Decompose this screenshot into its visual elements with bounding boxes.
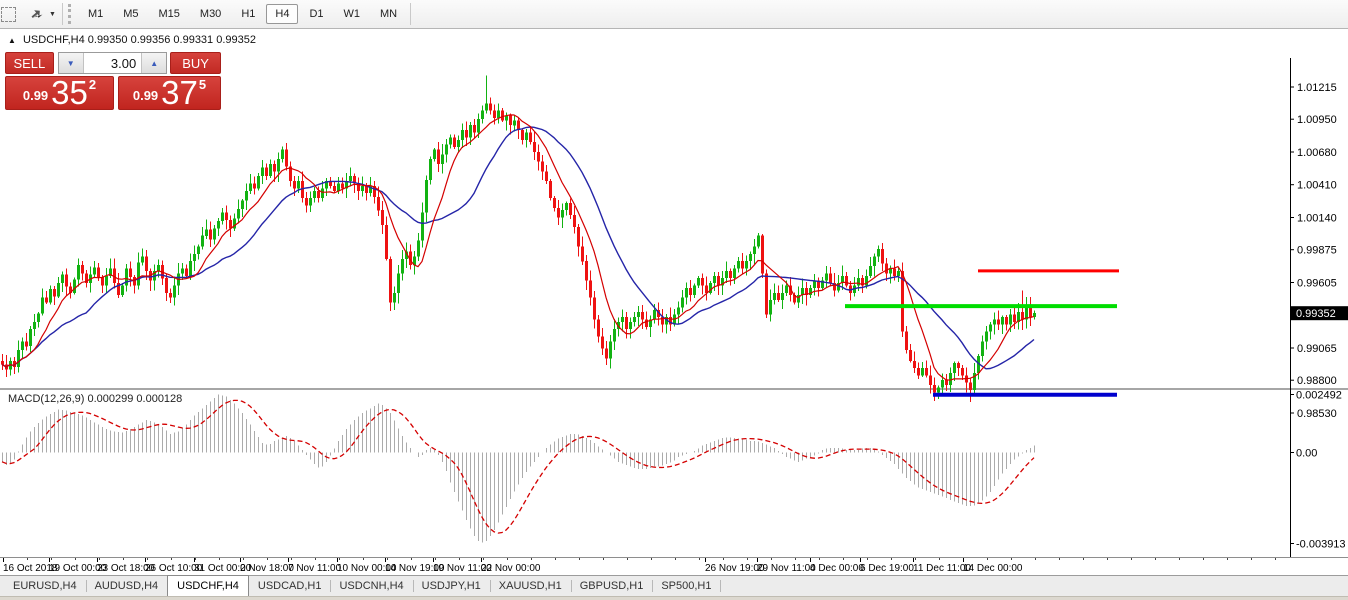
- time-axis-label: 29 Nov 11:00: [757, 563, 816, 574]
- tab-usdjpy-h1[interactable]: USDJPY,H1: [413, 576, 490, 596]
- time-axis-label: 2 Nov 18:00: [240, 563, 294, 574]
- svg-text:1.00950: 1.00950: [1297, 114, 1337, 126]
- svg-text:0.99065: 0.99065: [1297, 343, 1337, 355]
- volume-input[interactable]: 3.00: [84, 53, 141, 73]
- macd-histogram: [3, 395, 1035, 543]
- current-price-tag: 0.99352: [1291, 306, 1348, 320]
- arrange-symbols-icon[interactable]: [26, 5, 46, 23]
- toolbar-separator: [62, 3, 63, 25]
- ma-slow-line: [2, 127, 1034, 369]
- tab-xauusd-h1[interactable]: XAUUSD,H1: [490, 576, 571, 596]
- volume-increase-button[interactable]: ▲: [141, 53, 166, 73]
- tf-button-m5[interactable]: M5: [114, 4, 147, 24]
- svg-text:1.01215: 1.01215: [1297, 82, 1337, 94]
- tab-eurusd-h4[interactable]: EURUSD,H4: [4, 576, 86, 596]
- sell-button[interactable]: SELL: [5, 52, 54, 74]
- buy-button[interactable]: BUY: [170, 52, 221, 74]
- buy-price-pip: 5: [199, 77, 206, 92]
- time-axis-label: 26 Nov 19:00: [705, 563, 765, 574]
- tf-button-w1[interactable]: W1: [335, 4, 370, 24]
- buy-quote[interactable]: 0.99 37 5: [118, 76, 221, 110]
- time-axis-label: 14 Dec 00:00: [963, 563, 1023, 574]
- buy-price-prefix: 0.99: [133, 88, 158, 103]
- svg-text:0.99875: 0.99875: [1297, 245, 1337, 257]
- macd-indicator-pane[interactable]: 0.002492 0.00 -0.003913: [0, 390, 1348, 558]
- trading-platform-window: ▼ M1M5M15M30H1H4D1W1MN 1.012151.009501.0…: [0, 0, 1348, 600]
- svg-text:1.00680: 1.00680: [1297, 147, 1337, 159]
- chart-tab-bar: EURUSD,H4AUDUSD,H4USDCHF,H4USDCAD,H1USDC…: [0, 575, 1348, 596]
- toolbar-grip[interactable]: [68, 4, 74, 24]
- svg-text:1.00140: 1.00140: [1297, 213, 1337, 225]
- macd-indicator-label: MACD(12,26,9) 0.000299 0.000128: [8, 393, 182, 405]
- buy-price-big: 37: [161, 79, 198, 106]
- bottom-strip: [0, 596, 1348, 600]
- tab-usdcad-h1[interactable]: USDCAD,H1: [249, 576, 331, 596]
- tf-button-m15[interactable]: M15: [150, 4, 189, 24]
- tab-usdchf-h4[interactable]: USDCHF,H4: [167, 575, 249, 596]
- tf-button-m30[interactable]: M30: [191, 4, 230, 24]
- time-axis-label: 4 Dec 00:00: [810, 563, 864, 574]
- tf-button-m1[interactable]: M1: [79, 4, 112, 24]
- time-axis-labels: 16 Oct 201819 Oct 00:0023 Oct 18:0026 Oc…: [3, 558, 1276, 574]
- volume-spinner: ▼ 3.00 ▲: [58, 52, 167, 74]
- tab-sp500-h1[interactable]: SP500,H1: [652, 576, 720, 596]
- tab-usdcnh-h4[interactable]: USDCNH,H4: [330, 576, 412, 596]
- time-axis-canvas: 16 Oct 201819 Oct 00:0023 Oct 18:0026 Oc…: [0, 558, 1348, 575]
- tab-gbpusd-h1[interactable]: GBPUSD,H1: [571, 576, 653, 596]
- one-click-trade-panel: SELL ▼ 3.00 ▲ BUY 0.99 35 2 0.99 37 5: [5, 52, 221, 110]
- tf-button-h1[interactable]: H1: [232, 4, 264, 24]
- tab-audusd-h4[interactable]: AUDUSD,H4: [86, 576, 168, 596]
- candlestick-series: [1, 76, 1036, 403]
- svg-text:0.00: 0.00: [1296, 448, 1317, 460]
- tab-separator: [720, 580, 721, 592]
- main-chart-canvas[interactable]: 1.01215 1.00950 1.00680 1.00410 1.00140 0.998…: [0, 58, 1348, 417]
- macd-axis: 0.002492 0.00 -0.003913: [1290, 390, 1346, 557]
- volume-decrease-button[interactable]: ▼: [59, 53, 84, 73]
- selection-tool-icon[interactable]: [2, 5, 22, 23]
- sell-price-prefix: 0.99: [23, 88, 48, 103]
- toolbar: ▼ M1M5M15M30H1H4D1W1MN: [0, 0, 1348, 29]
- timeframe-button-group: M1M5M15M30H1H4D1W1MN: [78, 4, 407, 24]
- svg-text:0.99352: 0.99352: [1296, 308, 1336, 320]
- chart-title: ▲ USDCHF,H4 0.99350 0.99356 0.99331 0.99…: [8, 34, 256, 46]
- tf-button-d1[interactable]: D1: [300, 4, 332, 24]
- svg-text:0.99605: 0.99605: [1297, 278, 1337, 290]
- sell-quote[interactable]: 0.99 35 2: [5, 76, 114, 110]
- chart-title-text: USDCHF,H4 0.99350 0.99356 0.99331 0.9935…: [23, 34, 256, 46]
- time-axis: 16 Oct 201819 Oct 00:0023 Oct 18:0026 Oc…: [0, 558, 1348, 575]
- tf-button-h4[interactable]: H4: [266, 4, 298, 24]
- sell-price-big: 35: [51, 79, 88, 106]
- dropdown-caret-icon[interactable]: ▼: [49, 11, 56, 18]
- ma-fast-line: [2, 115, 1034, 380]
- time-axis-label: 7 Nov 11:00: [288, 563, 342, 574]
- time-axis-label: 6 Dec 19:00: [860, 563, 914, 574]
- time-axis-label: 22 Nov 00:00: [481, 563, 541, 574]
- one-click-panel-toggle[interactable]: ▲: [8, 36, 16, 45]
- svg-text:-0.003913: -0.003913: [1296, 539, 1346, 551]
- tf-button-mn[interactable]: MN: [371, 4, 406, 24]
- svg-text:0.002492: 0.002492: [1296, 390, 1342, 402]
- sell-price-pip: 2: [89, 77, 96, 92]
- toolbar-separator: [410, 3, 411, 25]
- svg-text:0.98800: 0.98800: [1297, 375, 1337, 387]
- macd-canvas[interactable]: 0.002492 0.00 -0.003913: [0, 390, 1348, 557]
- svg-text:1.00410: 1.00410: [1297, 180, 1337, 192]
- price-axis: 1.01215 1.00950 1.00680 1.00410 1.00140 0.998…: [1290, 58, 1337, 417]
